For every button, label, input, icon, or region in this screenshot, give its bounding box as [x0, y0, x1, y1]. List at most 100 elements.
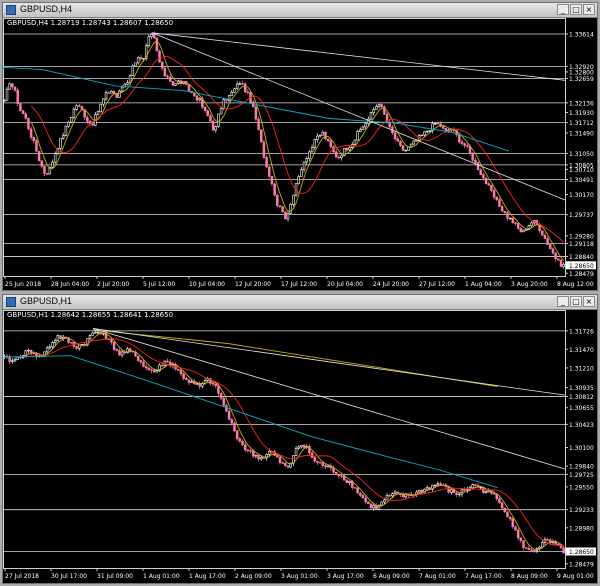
candle-body	[423, 131, 426, 136]
candle-body	[43, 166, 46, 174]
candle-body	[420, 134, 424, 137]
candle-body	[265, 157, 268, 168]
candle-body	[78, 344, 81, 349]
candle-body	[260, 129, 263, 143]
candle-body	[337, 156, 341, 159]
candle-body	[254, 454, 258, 457]
candle-body	[51, 161, 54, 168]
y-tick-label: 1.29280	[569, 233, 594, 240]
candle-body	[286, 212, 290, 220]
candle-body	[206, 110, 209, 117]
h1-chart-area[interactable]: GBPUSD,H1 1.28642 1.28655 1.28641 1.2865…	[3, 310, 597, 583]
candle-body	[334, 151, 338, 158]
candle-body	[326, 138, 330, 142]
candle-body	[364, 497, 367, 503]
candle-body	[163, 67, 167, 77]
candle-body	[230, 419, 234, 424]
maximize-button[interactable]: □	[570, 4, 582, 15]
candle-body	[110, 91, 113, 94]
y-tick-label: 1.28980	[569, 525, 594, 532]
candle-body	[425, 130, 429, 133]
candle-body	[439, 483, 442, 486]
candle-body	[484, 177, 488, 185]
candle-body	[503, 210, 507, 213]
candle-body	[460, 141, 464, 144]
candle-body	[128, 348, 132, 352]
close-button[interactable]: ×	[583, 296, 595, 307]
h1-chart-window[interactable]: GBPUSD,H1 _ □ × GBPUSD,H1 1.28642 1.2865…	[2, 294, 598, 584]
h4-chart-window[interactable]: GBPUSD,H4 _ □ × GBPUSD,H4 1.28719 1.2874…	[2, 2, 598, 291]
candle-body	[425, 487, 429, 490]
close-button[interactable]: ×	[583, 4, 595, 15]
candle-body	[401, 145, 405, 151]
candle-body	[495, 493, 498, 500]
candle-body	[83, 109, 86, 118]
candle-body	[300, 445, 303, 448]
candle-body	[302, 445, 306, 448]
candle-body	[559, 259, 563, 267]
candle-body	[174, 83, 177, 86]
candle-body	[273, 183, 276, 196]
x-tick-label: 3 Aug 17:00	[327, 573, 364, 580]
candle-body	[257, 118, 260, 131]
maximize-button[interactable]: □	[570, 296, 582, 307]
h4-candlestick-chart[interactable]: 1.336141.329201.328001.326591.321361.319…	[3, 18, 597, 290]
candle-body	[139, 57, 143, 60]
candle-body	[530, 549, 533, 551]
candle-body	[313, 139, 317, 148]
candle-body	[96, 111, 100, 115]
candle-body	[546, 539, 549, 541]
y-tick-label: 1.32659	[569, 76, 594, 83]
candle-body	[508, 516, 512, 520]
h1-candlestick-chart[interactable]: 1.31726 1.31470 1.31210 1.30935 1.30812 1.306…	[3, 310, 597, 583]
candle-body	[142, 361, 145, 367]
y-tick-label: 1.30423	[569, 422, 594, 429]
h4-chart-area[interactable]: GBPUSD,H4 1.28719 1.28743 1.28607 1.2865…	[3, 18, 597, 290]
y-tick-label: 1.30812	[569, 394, 594, 401]
candle-body	[128, 75, 132, 84]
y-tick-label: 1.30491	[569, 177, 594, 184]
candle-body	[211, 120, 215, 131]
candle-body	[217, 385, 220, 394]
candle-body	[549, 244, 552, 250]
candle-body	[88, 335, 92, 340]
candle-body	[11, 83, 14, 88]
candle-body	[177, 368, 180, 371]
trendline	[92, 328, 566, 470]
candle-body	[284, 211, 287, 220]
h1-title-bar[interactable]: GBPUSD,H1 _ □ ×	[3, 295, 597, 310]
x-tick-label: 12 Jul 20:00	[235, 281, 271, 288]
candle-body	[541, 542, 544, 548]
x-tick-label: 2 Jul 20:00	[97, 281, 129, 288]
candle-body	[380, 104, 383, 108]
candle-body	[286, 465, 290, 468]
candle-body	[326, 465, 330, 468]
x-tick-label: 8 Aug 09:00	[511, 573, 548, 580]
h1-window-title: GBPUSD,H1	[20, 296, 73, 306]
ma-fast-line	[25, 332, 564, 550]
candle-body	[230, 91, 234, 96]
h4-title-bar[interactable]: GBPUSD,H4 _ □ ×	[3, 3, 597, 18]
candle-body	[516, 223, 520, 229]
x-tick-label: 25 Jun 2018	[5, 281, 41, 288]
minimize-button[interactable]: _	[557, 296, 569, 307]
candle-body	[356, 131, 359, 141]
candle-body	[150, 369, 153, 371]
candle-body	[276, 194, 279, 206]
candle-body	[99, 103, 102, 112]
candle-body	[107, 92, 110, 94]
candle-body	[144, 366, 148, 369]
candles-layer	[3, 330, 565, 554]
minimize-button[interactable]: _	[557, 4, 569, 15]
candle-body	[24, 350, 27, 356]
current-price-label: 1.28650	[569, 549, 594, 556]
candle-body	[260, 457, 263, 460]
candle-body	[329, 140, 333, 148]
candle-body	[487, 183, 490, 186]
candle-body	[11, 360, 14, 362]
candle-body	[209, 115, 212, 122]
candle-body	[155, 37, 159, 52]
candle-body	[294, 447, 298, 456]
candle-body	[40, 160, 44, 167]
candle-body	[367, 501, 370, 505]
